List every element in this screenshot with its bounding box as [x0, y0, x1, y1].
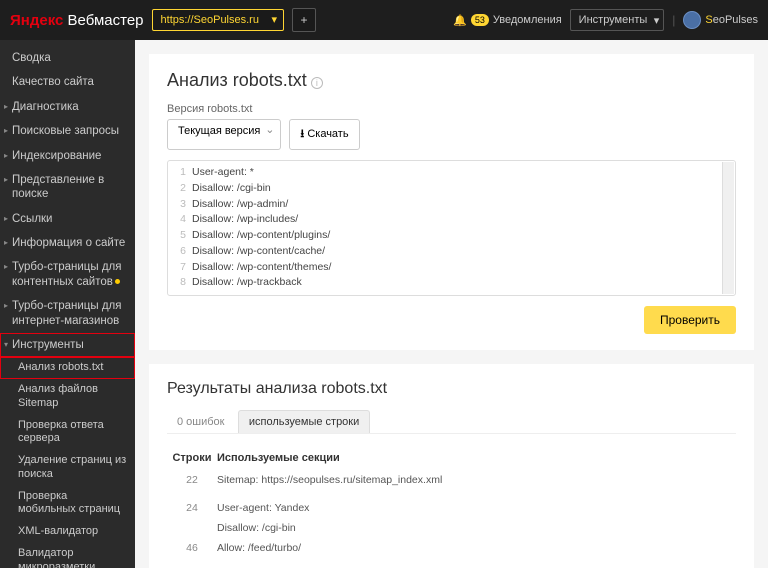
sidebar-item-indexing[interactable]: Индексирование — [0, 144, 135, 168]
robots-textarea[interactable]: 1User-agent: * 2Disallow: /cgi-bin 3Disa… — [167, 160, 736, 296]
sidebar-item-diagnostics[interactable]: Диагностика — [0, 95, 135, 119]
scrollbar[interactable] — [722, 162, 734, 294]
table-row: 24User-agent: Yandex — [167, 498, 736, 518]
page-title: Анализ robots.txti — [167, 70, 736, 91]
sidebar-item-turbo-shops[interactable]: Турбо-страницы для интернет-магазинов — [0, 294, 135, 333]
sidebar-item-turbo-content[interactable]: Турбо-страницы для контентных сайтов — [0, 255, 135, 294]
col-sections: Используемые секции — [217, 452, 736, 464]
bell-icon: 🔔 — [453, 14, 467, 27]
sidebar-sub-mobile[interactable]: Проверка мобильных страниц — [0, 486, 135, 522]
site-selector[interactable]: https://SeoPulses.ru — [152, 9, 284, 31]
panel-robots: Анализ robots.txti Версия robots.txt Тек… — [149, 54, 754, 350]
results-table: СтрокиИспользуемые секции 22Sitemap: htt… — [167, 446, 736, 568]
tools-dropdown[interactable]: Инструменты — [570, 9, 665, 31]
sidebar-item-siteinfo[interactable]: Информация о сайте — [0, 231, 135, 255]
download-button[interactable]: ⭳ Скачать — [289, 119, 359, 150]
tab-errors[interactable]: 0 ошибок — [167, 411, 235, 433]
check-button[interactable]: Проверить — [644, 306, 736, 334]
table-row: 22Sitemap: https://seopulses.ru/sitemap_… — [167, 470, 736, 490]
user-menu[interactable]: SeoPulses — [683, 11, 758, 29]
topbar: Яндекс Вебмастер https://SeoPulses.ru + … — [0, 0, 768, 40]
sidebar-sub-micro[interactable]: Валидатор микроразметки — [0, 543, 135, 568]
sidebar-item-links[interactable]: Ссылки — [0, 207, 135, 231]
col-lines: Строки — [167, 452, 217, 464]
tab-used-lines[interactable]: используемые строки — [238, 410, 370, 433]
sidebar-item-summary[interactable]: Сводка — [0, 46, 135, 70]
dot-icon — [115, 279, 120, 284]
sidebar-item-tools[interactable]: Инструменты — [0, 333, 135, 357]
panel-results: Результаты анализа robots.txt 0 ошибок и… — [149, 364, 754, 568]
notifications[interactable]: 🔔 53 Уведомления — [453, 14, 562, 27]
logo[interactable]: Яндекс Вебмастер — [10, 12, 144, 29]
sidebar-sub-server[interactable]: Проверка ответа сервера — [0, 415, 135, 451]
download-icon: ⭳ — [300, 128, 304, 140]
sidebar-sub-xml[interactable]: XML-валидатор — [0, 521, 135, 543]
results-title: Результаты анализа robots.txt — [167, 380, 736, 398]
table-row: 46Allow: /feed/turbo/ — [167, 538, 736, 558]
sidebar: Сводка Качество сайта Диагностика Поиско… — [0, 40, 135, 568]
add-site-button[interactable]: + — [292, 8, 316, 32]
result-tabs: 0 ошибок используемые строки — [167, 410, 736, 434]
version-dropdown[interactable]: Текущая версия — [167, 119, 281, 150]
sidebar-sub-robots[interactable]: Анализ robots.txt — [0, 357, 135, 379]
notification-badge: 53 — [471, 14, 489, 26]
version-label: Версия robots.txt — [167, 103, 736, 115]
sidebar-item-presence[interactable]: Представление в поиске — [0, 168, 135, 207]
sidebar-item-quality[interactable]: Качество сайта — [0, 70, 135, 94]
sidebar-sub-remove[interactable]: Удаление страниц из поиска — [0, 450, 135, 486]
notifications-label: Уведомления — [493, 14, 562, 26]
content: Анализ robots.txti Версия robots.txt Тек… — [135, 40, 768, 568]
table-row: Disallow: /cgi-bin — [167, 518, 736, 538]
avatar — [683, 11, 701, 29]
info-icon[interactable]: i — [311, 77, 323, 89]
sidebar-sub-sitemap[interactable]: Анализ файлов Sitemap — [0, 379, 135, 415]
sidebar-item-queries[interactable]: Поисковые запросы — [0, 119, 135, 143]
